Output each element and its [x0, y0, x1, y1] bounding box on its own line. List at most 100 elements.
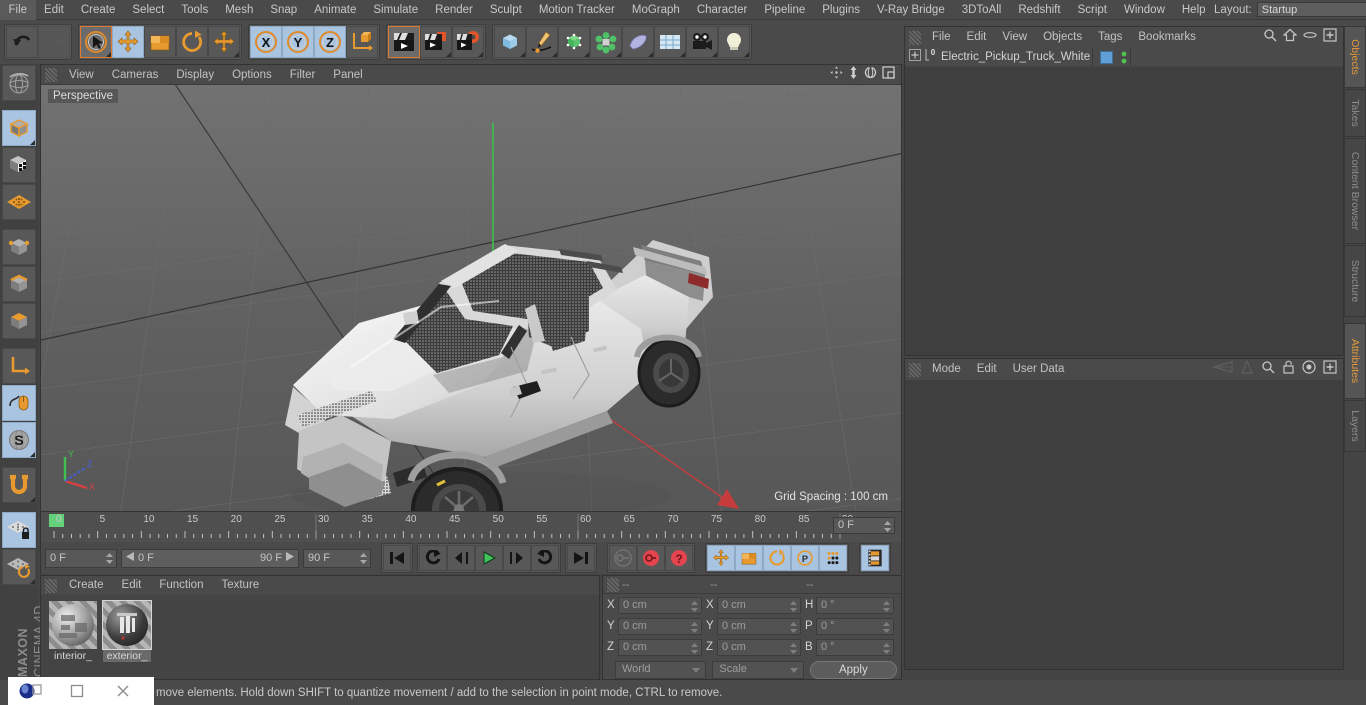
point-mode-button[interactable] [2, 229, 36, 265]
menu-item-texture[interactable]: Texture [212, 576, 268, 595]
record-rotation-button[interactable] [763, 545, 791, 571]
spinner-icon[interactable] [883, 642, 890, 654]
panel-grip-icon[interactable] [909, 30, 921, 45]
live-selection-tool[interactable] [80, 26, 112, 58]
menu-item-simulate[interactable]: Simulate [365, 0, 427, 20]
preview-range-slider[interactable]: 0 F 90 F [121, 548, 299, 568]
coord-position-field[interactable]: 0 cm [618, 596, 702, 614]
material-thumbnail[interactable] [49, 601, 97, 649]
range-right-arrow-icon[interactable] [286, 552, 294, 564]
orbit-icon[interactable] [864, 65, 877, 84]
spinner-icon[interactable] [883, 600, 890, 612]
go-to-start-button[interactable] [383, 545, 411, 571]
coord-rotation-field[interactable]: 0 ° [816, 617, 894, 635]
material-thumbnail[interactable] [102, 600, 152, 650]
keyframe-selection-button[interactable]: ? [665, 545, 693, 571]
maximize-icon[interactable] [882, 65, 895, 84]
record-scale-button[interactable] [735, 545, 763, 571]
menu-item-tags[interactable]: Tags [1090, 27, 1130, 48]
dock-tab-objects[interactable]: Objects [1344, 26, 1366, 88]
range-left-arrow-icon[interactable] [126, 552, 134, 564]
menu-item-edit[interactable]: Edit [959, 27, 995, 48]
layout-select[interactable]: Startup [1256, 2, 1366, 17]
menu-item-objects[interactable]: Objects [1035, 27, 1090, 48]
dock-tab-takes[interactable]: Takes [1344, 89, 1366, 137]
dock-tab-attributes[interactable]: Attributes [1344, 323, 1366, 399]
menu-item-create[interactable]: Create [72, 0, 124, 20]
back-history-icon[interactable] [1211, 360, 1233, 379]
menu-item-snap[interactable]: Snap [262, 0, 306, 20]
menu-item-view[interactable]: View [994, 27, 1035, 48]
panel-grip-icon[interactable] [607, 577, 619, 592]
record-parameter-button[interactable] [819, 545, 847, 571]
menu-item-user-data[interactable]: User Data [1005, 359, 1073, 380]
coord-rotation-field[interactable]: 0 ° [816, 596, 894, 614]
redo-button[interactable] [38, 26, 70, 58]
coord-position-field[interactable]: 0 cm [618, 617, 702, 635]
polygon-mode-button[interactable] [2, 303, 36, 339]
material-tag-icon[interactable] [1100, 51, 1113, 64]
coord-rotation-field[interactable]: 0 ° [816, 638, 894, 656]
material-list[interactable]: interior_ exterior_ [41, 595, 599, 679]
undo-button[interactable] [6, 26, 38, 58]
search-icon[interactable] [1263, 28, 1277, 47]
autokeying-button[interactable] [637, 545, 665, 571]
record-active-objects-button[interactable] [609, 545, 637, 571]
next-frame-button[interactable] [503, 545, 531, 571]
model-mode-button[interactable] [2, 110, 36, 146]
add-light-button[interactable] [718, 26, 750, 58]
menu-item-filter[interactable]: Filter [281, 65, 325, 85]
menu-item-view[interactable]: View [60, 65, 103, 85]
search-icon[interactable] [1261, 360, 1275, 379]
spinner-icon[interactable] [360, 552, 367, 564]
world-object-coordinates[interactable] [346, 26, 378, 58]
play-loop-button[interactable] [531, 545, 559, 571]
coordinate-mode-select[interactable]: Scale [712, 661, 804, 679]
rotate-tool[interactable] [176, 26, 208, 58]
transform-tool[interactable] [208, 26, 240, 58]
object-tree[interactable]: 0 Electric_Pickup_Truck_White [905, 48, 1343, 355]
pan-icon[interactable] [830, 66, 843, 84]
apply-button[interactable]: Apply [809, 661, 898, 679]
home-icon[interactable] [1282, 28, 1298, 47]
edge-mode-button[interactable] [2, 266, 36, 302]
add-deformer-button[interactable] [622, 26, 654, 58]
record-position-button[interactable] [707, 545, 735, 571]
menu-item-mograph[interactable]: MoGraph [623, 0, 688, 20]
render-settings-button[interactable] [452, 26, 484, 58]
add-spline-button[interactable] [526, 26, 558, 58]
menu-item-plugins[interactable]: Plugins [814, 0, 869, 20]
panel-grip-icon[interactable] [909, 362, 921, 377]
object-row[interactable]: 0 Electric_Pickup_Truck_White [905, 48, 1343, 67]
dock-tab-layers[interactable]: Layers [1344, 400, 1366, 452]
menu-item-display[interactable]: Display [167, 65, 223, 85]
move-tool[interactable] [112, 26, 144, 58]
lock-y-axis[interactable]: Y [282, 26, 314, 58]
menu-item-motion-tracker[interactable]: Motion Tracker [530, 0, 623, 20]
spinner-icon[interactable] [106, 552, 113, 564]
spinner-icon[interactable] [884, 521, 891, 532]
lock-z-axis[interactable]: Z [314, 26, 346, 58]
end-frame-field[interactable]: 90 F [303, 548, 371, 568]
menu-item-panel[interactable]: Panel [324, 65, 371, 85]
texture-mode-button[interactable] [2, 147, 36, 183]
menu-item-edit[interactable]: Edit [36, 0, 73, 20]
menu-item-edit[interactable]: Edit [969, 359, 1005, 380]
close-window-button[interactable] [100, 677, 146, 705]
dolly-icon[interactable] [848, 65, 859, 84]
start-frame-field[interactable]: 0 F [45, 548, 117, 568]
play-backwards-button[interactable] [419, 545, 447, 571]
coord-size-field[interactable]: 0 cm [717, 638, 801, 656]
render-view-button[interactable] [388, 26, 420, 58]
timeline-ticks[interactable]: 051015202530354045505560657075808590 [49, 514, 853, 540]
expand-toggle-icon[interactable] [909, 48, 921, 66]
menu-item-character[interactable]: Character [688, 0, 756, 20]
visibility-dots-icon[interactable] [1120, 50, 1128, 70]
menu-item-function[interactable]: Function [150, 576, 212, 595]
snap-enable-button[interactable] [2, 467, 36, 503]
spinner-icon[interactable] [883, 621, 890, 633]
workplane-mode-button[interactable] [2, 184, 36, 220]
menu-item-edit[interactable]: Edit [113, 576, 151, 595]
timeline-frame-field[interactable]: 0 F [833, 517, 895, 534]
make-editable-button[interactable] [2, 65, 36, 101]
